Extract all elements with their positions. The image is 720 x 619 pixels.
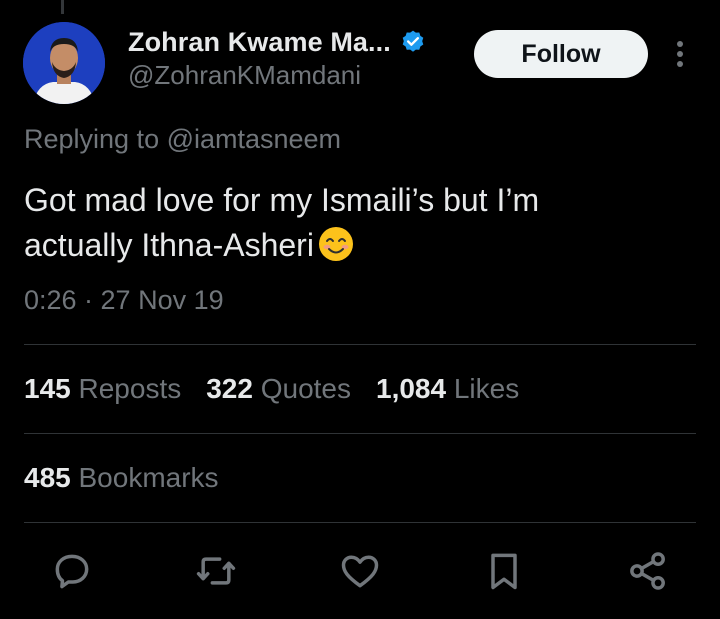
verified-badge-icon [400, 29, 426, 55]
like-icon[interactable] [338, 549, 382, 593]
author-handle[interactable]: @ZohranKMamdani [128, 60, 361, 91]
tweet-text-line-2-text: actually Ithna-Asheri [24, 227, 314, 263]
tweet-text-line-1: Got mad love for my Ismaili’s but I’m [24, 182, 540, 218]
author-display-name[interactable]: Zohran Kwame Ma... [128, 27, 391, 58]
share-icon[interactable] [626, 549, 670, 593]
engagement-stats-row: 145 Reposts 322 Quotes 1,084 Likes [24, 373, 544, 405]
reposts-count: 145 [24, 373, 71, 404]
follow-button[interactable]: Follow [474, 30, 648, 78]
tweet-action-bar [0, 549, 720, 595]
divider-middle [24, 433, 696, 434]
quotes-count: 322 [206, 373, 253, 404]
tweet-timestamp[interactable]: 0:26 · 27 Nov 19 [24, 285, 224, 316]
quotes-stat[interactable]: 322 Quotes [206, 373, 351, 405]
divider-bottom [24, 522, 696, 523]
thread-connector-line [61, 0, 64, 14]
replying-to-label: Replying to @iamtasneem [24, 124, 342, 154]
reply-icon[interactable] [50, 549, 94, 593]
bookmarks-stat[interactable]: 485 Bookmarks [24, 462, 219, 494]
likes-label: Likes [453, 373, 520, 404]
quotes-label: Quotes [260, 373, 351, 404]
author-name-row: Zohran Kwame Ma... [128, 24, 426, 60]
smiling-face-emoji-icon [318, 226, 354, 262]
likes-stat[interactable]: 1,084 Likes [376, 373, 519, 405]
bookmarks-label: Bookmarks [78, 462, 219, 493]
likes-count: 1,084 [376, 373, 447, 404]
tweet-text: Got mad love for my Ismaili’s but I’m ac… [24, 178, 684, 268]
tweet-text-line-2: actually Ithna-Asheri [24, 223, 684, 268]
bookmark-icon[interactable] [482, 549, 526, 593]
reposts-label: Reposts [78, 373, 182, 404]
divider-top [24, 344, 696, 345]
repost-icon[interactable] [194, 549, 238, 593]
bookmarks-count: 485 [24, 462, 71, 493]
reposts-stat[interactable]: 145 Reposts [24, 373, 181, 405]
avatar[interactable] [23, 22, 105, 104]
more-options-icon[interactable] [667, 38, 693, 70]
